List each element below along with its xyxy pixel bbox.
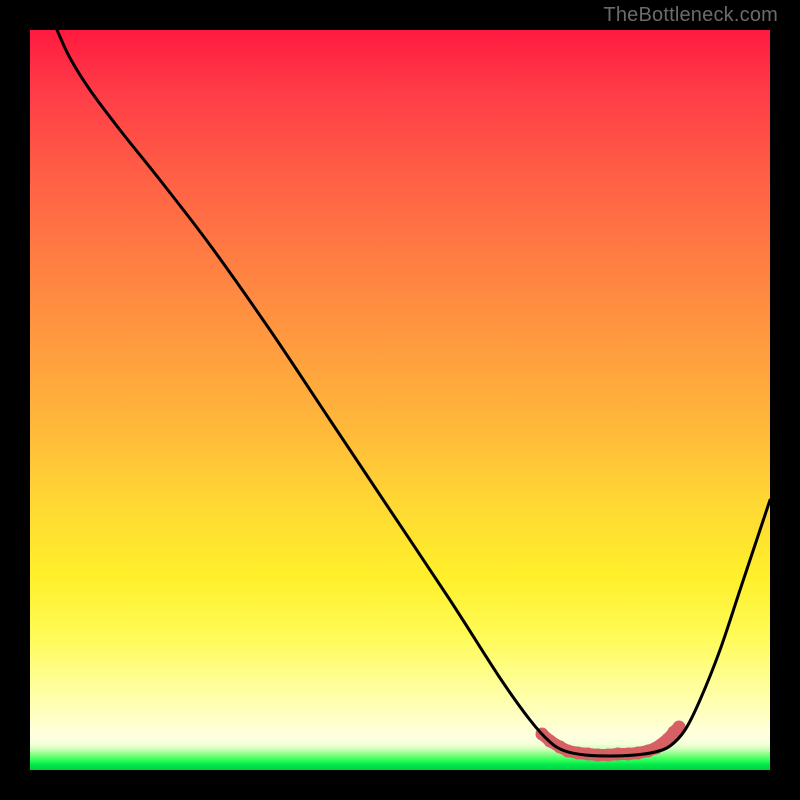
curve-line [57, 30, 770, 756]
watermark-text: TheBottleneck.com [603, 4, 778, 27]
chart-frame: TheBottleneck.com [0, 0, 800, 800]
chart-svg [30, 30, 770, 770]
plot-area [30, 30, 770, 770]
